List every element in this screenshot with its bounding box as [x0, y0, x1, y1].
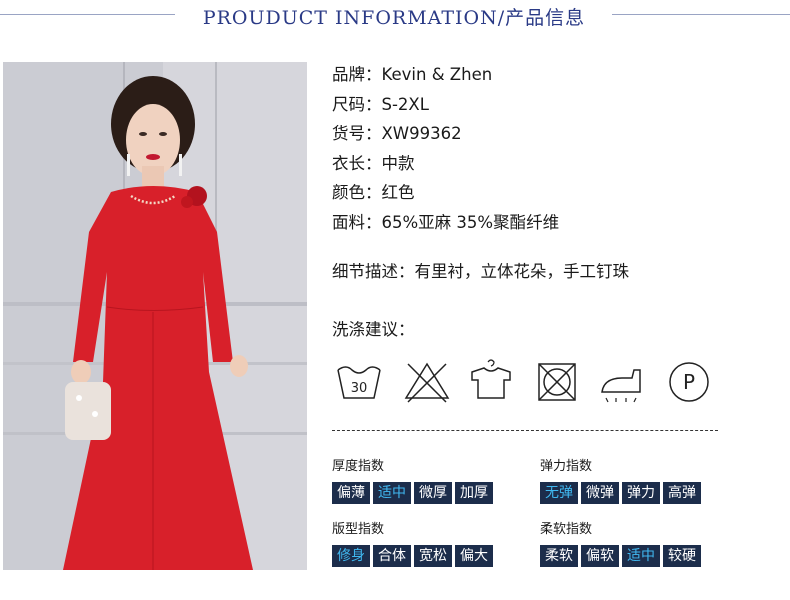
header-divider-right	[612, 14, 790, 15]
option-chip: 较硬	[663, 545, 701, 567]
section-title: PROUDUCT INFORMATION/产品信息	[202, 7, 586, 29]
elasticity-index: 弹力指数 无弹 微弹 弹力 高弹	[540, 455, 701, 504]
info-row-brand: 品牌：Kevin & Zhen	[332, 63, 559, 93]
product-info-list: 品牌：Kevin & Zhen 尺码：S-2XL 货号：XW99362 衣长：中…	[332, 63, 559, 241]
info-value: Kevin & Zhen	[381, 65, 493, 84]
dashed-divider	[332, 430, 718, 431]
info-row-length: 衣长：中款	[332, 152, 559, 182]
option-chip: 高弹	[663, 482, 701, 504]
info-value: XW99362	[381, 124, 462, 144]
softness-index: 柔软指数 柔软 偏软 适中 较硬	[540, 518, 701, 567]
hang-dry-icon	[466, 358, 516, 406]
option-chip: 弹力	[622, 482, 660, 504]
option-chip: 微厚	[414, 482, 452, 504]
thickness-index-options: 偏薄 适中 微厚 加厚	[332, 482, 493, 504]
option-chip: 偏大	[455, 545, 493, 567]
detail-description: 细节描述：有里衬，立体花朵，手工钉珠	[332, 262, 629, 281]
info-row-fabric: 面料：65%亚麻 35%聚酯纤维	[332, 211, 559, 241]
softness-index-title: 柔软指数	[540, 522, 593, 537]
iron-icon	[596, 358, 646, 406]
thickness-index-title: 厚度指数	[332, 459, 385, 474]
option-chip-selected: 无弹	[540, 482, 578, 504]
option-chip: 加厚	[455, 482, 493, 504]
option-chip-selected: 修身	[332, 545, 370, 567]
info-value: 中款	[381, 153, 415, 173]
thickness-index: 厚度指数 偏薄 适中 微厚 加厚	[332, 455, 493, 504]
info-row-color: 颜色：红色	[332, 181, 559, 211]
fit-index-options: 修身 合体 宽松 偏大	[332, 545, 493, 567]
info-row-size: 尺码：S-2XL	[332, 93, 559, 123]
wash-title: 洗涤建议：	[332, 320, 415, 339]
info-label: 衣长：	[332, 153, 382, 173]
no-bleach-icon	[402, 358, 452, 406]
elasticity-index-title: 弹力指数	[540, 459, 593, 474]
wash-temperature: 30	[351, 381, 368, 396]
option-chip: 偏软	[581, 545, 619, 567]
option-chip: 宽松	[414, 545, 452, 567]
option-chip-selected: 适中	[373, 482, 411, 504]
fit-index: 版型指数 修身 合体 宽松 偏大	[332, 518, 493, 567]
info-value: S-2XL	[381, 94, 429, 114]
info-label: 颜色：	[332, 183, 382, 203]
option-chip: 微弹	[581, 482, 619, 504]
fit-index-title: 版型指数	[332, 522, 385, 537]
softness-index-options: 柔软 偏软 适中 较硬	[540, 545, 701, 567]
option-chip: 偏薄	[332, 482, 370, 504]
option-chip: 柔软	[540, 545, 578, 567]
wash-30-icon: 30	[334, 358, 384, 406]
info-value: 65%亚麻 35%聚酯纤维	[381, 212, 560, 232]
professional-clean-letter: P	[683, 370, 695, 394]
info-value: 红色	[381, 183, 415, 203]
elasticity-index-options: 无弹 微弹 弹力 高弹	[540, 482, 701, 504]
info-label: 品牌：	[332, 65, 382, 84]
header-divider-left	[0, 14, 175, 15]
product-photo	[3, 62, 307, 570]
option-chip: 合体	[373, 545, 411, 567]
info-label: 面料：	[332, 212, 382, 232]
professional-clean-icon: P	[664, 358, 714, 406]
info-label: 货号：	[332, 124, 382, 144]
info-row-item-number: 货号：XW99362	[332, 122, 559, 152]
no-tumble-dry-icon	[532, 358, 582, 406]
option-chip-selected: 适中	[622, 545, 660, 567]
info-label: 尺码：	[332, 94, 382, 114]
